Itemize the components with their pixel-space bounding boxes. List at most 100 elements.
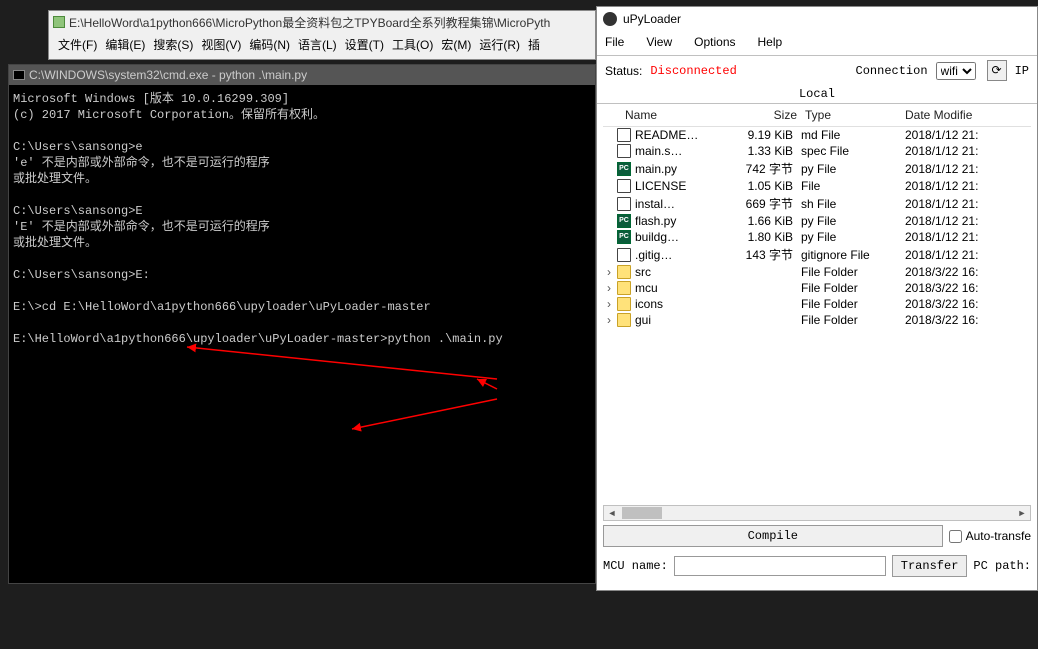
menu-help[interactable]: Help: [758, 35, 783, 49]
editor-menubar: 文件(F) 编辑(E) 搜索(S) 视图(V) 编码(N) 语言(L) 设置(T…: [49, 33, 595, 56]
scroll-right-icon[interactable]: ►: [1014, 506, 1030, 520]
menu-tools[interactable]: 工具(O): [389, 35, 436, 54]
file-type: py File: [801, 214, 905, 228]
file-name: mcu: [635, 281, 715, 295]
mcu-name-label: MCU name:: [603, 559, 668, 573]
file-row[interactable]: LICENSE1.05 KiBFile2018/1/12 21:: [603, 178, 1031, 194]
file-size: 143 字节: [715, 246, 801, 263]
local-heading: Local: [597, 85, 1037, 103]
horizontal-scrollbar[interactable]: ◄ ►: [603, 505, 1031, 521]
file-date: 2018/3/22 16:: [905, 313, 1031, 327]
menu-settings[interactable]: 设置(T): [342, 35, 387, 54]
expand-arrow-icon[interactable]: ›: [607, 265, 617, 279]
menu-encoding[interactable]: 编码(N): [246, 35, 293, 54]
file-row[interactable]: instal…669 字节sh File2018/1/12 21:: [603, 194, 1031, 213]
file-row[interactable]: main.s…1.33 KiBspec File2018/1/12 21:: [603, 143, 1031, 159]
cmd-title-text: C:\WINDOWS\system32\cmd.exe - python .\m…: [29, 68, 307, 82]
file-row[interactable]: .gitig…143 字节gitignore File2018/1/12 21:: [603, 245, 1031, 264]
text-file-icon: [617, 144, 631, 158]
expand-arrow-icon[interactable]: ›: [607, 281, 617, 295]
cmd-output[interactable]: Microsoft Windows [版本 10.0.16299.309] (c…: [9, 85, 595, 353]
python-file-icon: PC: [617, 230, 631, 244]
auto-transfer-check[interactable]: Auto-transfe: [949, 529, 1031, 543]
file-row[interactable]: ›srcFile Folder2018/3/22 16:: [603, 264, 1031, 280]
cmd-titlebar: C:\WINDOWS\system32\cmd.exe - python .\m…: [9, 65, 595, 85]
column-size[interactable]: Size: [719, 108, 805, 122]
file-date: 2018/1/12 21:: [905, 128, 1031, 142]
file-type: py File: [801, 230, 905, 244]
menu-edit[interactable]: 编辑(E): [102, 35, 148, 54]
refresh-button[interactable]: ⟳: [987, 60, 1007, 81]
pc-path-label: PC path:: [973, 559, 1031, 573]
compile-button[interactable]: Compile: [603, 525, 943, 547]
file-date: 2018/1/12 21:: [905, 144, 1031, 158]
text-file-icon: [617, 128, 631, 142]
column-date[interactable]: Date Modifie: [905, 108, 1031, 122]
upyloader-icon: [603, 12, 617, 26]
text-file-icon: [617, 197, 631, 211]
python-file-icon: PC: [617, 162, 631, 176]
file-name: buildg…: [635, 230, 715, 244]
transfer-button[interactable]: Transfer: [892, 555, 968, 577]
status-label: Status:: [605, 64, 642, 78]
file-name: gui: [635, 313, 715, 327]
status-value: Disconnected: [650, 64, 736, 78]
file-panel: Name Size Type Date Modifie README…9.19 …: [597, 103, 1037, 521]
transfer-row: MCU name: Transfer PC path:: [597, 551, 1037, 581]
menu-view[interactable]: View: [646, 35, 672, 49]
menu-plugin[interactable]: 插: [525, 35, 543, 54]
menu-run[interactable]: 运行(R): [476, 35, 523, 54]
file-row[interactable]: PCmain.py742 字节py File2018/1/12 21:: [603, 159, 1031, 178]
status-bar: Status: Disconnected Connection wifi ⟳ I…: [597, 55, 1037, 85]
menu-view[interactable]: 视图(V): [198, 35, 244, 54]
auto-transfer-label: Auto-transfe: [966, 529, 1031, 543]
file-name: main.s…: [635, 144, 715, 158]
menu-language[interactable]: 语言(L): [295, 35, 340, 54]
file-date: 2018/1/12 21:: [905, 179, 1031, 193]
file-date: 2018/3/22 16:: [905, 297, 1031, 311]
file-name: icons: [635, 297, 715, 311]
file-size: 1.66 KiB: [715, 214, 801, 228]
column-type[interactable]: Type: [805, 108, 905, 122]
file-type: md File: [801, 128, 905, 142]
file-size: 9.19 KiB: [715, 128, 801, 142]
expand-arrow-icon[interactable]: ›: [607, 297, 617, 311]
menu-file[interactable]: 文件(F): [55, 35, 100, 54]
text-file-icon: [617, 179, 631, 193]
file-date: 2018/3/22 16:: [905, 281, 1031, 295]
file-row[interactable]: README…9.19 KiBmd File2018/1/12 21:: [603, 127, 1031, 143]
auto-transfer-checkbox[interactable]: [949, 530, 962, 543]
file-row[interactable]: › mcu File Folder2018/3/22 16:: [603, 280, 1031, 296]
menu-macro[interactable]: 宏(M): [438, 35, 474, 54]
file-list[interactable]: README…9.19 KiBmd File2018/1/12 21:main.…: [603, 127, 1031, 505]
ip-label: IP: [1015, 64, 1029, 78]
menu-options[interactable]: Options: [694, 35, 735, 49]
file-type: gitignore File: [801, 248, 905, 262]
menu-search[interactable]: 搜索(S): [150, 35, 196, 54]
file-row[interactable]: ›guiFile Folder2018/3/22 16:: [603, 312, 1031, 328]
file-type: File Folder: [801, 281, 905, 295]
expand-arrow-icon[interactable]: ›: [607, 313, 617, 327]
editor-window: E:\HelloWord\a1python666\MicroPython最全资料…: [48, 10, 596, 60]
folder-icon: [617, 297, 631, 311]
menu-file[interactable]: File: [605, 35, 624, 49]
file-name: LICENSE: [635, 179, 715, 193]
python-file-icon: PC: [617, 214, 631, 228]
upyloader-title-text: uPyLoader: [623, 12, 681, 26]
scroll-left-icon[interactable]: ◄: [604, 506, 620, 520]
file-row[interactable]: PCbuildg…1.80 KiBpy File2018/1/12 21:: [603, 229, 1031, 245]
file-row[interactable]: ›iconsFile Folder2018/3/22 16:: [603, 296, 1031, 312]
file-name: src: [635, 265, 715, 279]
file-name: README…: [635, 128, 715, 142]
column-name[interactable]: Name: [625, 108, 719, 122]
connection-label: Connection: [856, 64, 928, 78]
file-name: instal…: [635, 197, 715, 211]
file-date: 2018/1/12 21:: [905, 162, 1031, 176]
mcu-name-input[interactable]: [674, 556, 886, 576]
file-row[interactable]: PCflash.py1.66 KiBpy File2018/1/12 21:: [603, 213, 1031, 229]
scroll-thumb[interactable]: [622, 507, 662, 519]
connection-select[interactable]: wifi: [936, 62, 976, 80]
file-size: 669 字节: [715, 195, 801, 212]
file-size: 1.05 KiB: [715, 179, 801, 193]
editor-title-text: E:\HelloWord\a1python666\MicroPython最全资料…: [69, 14, 550, 31]
